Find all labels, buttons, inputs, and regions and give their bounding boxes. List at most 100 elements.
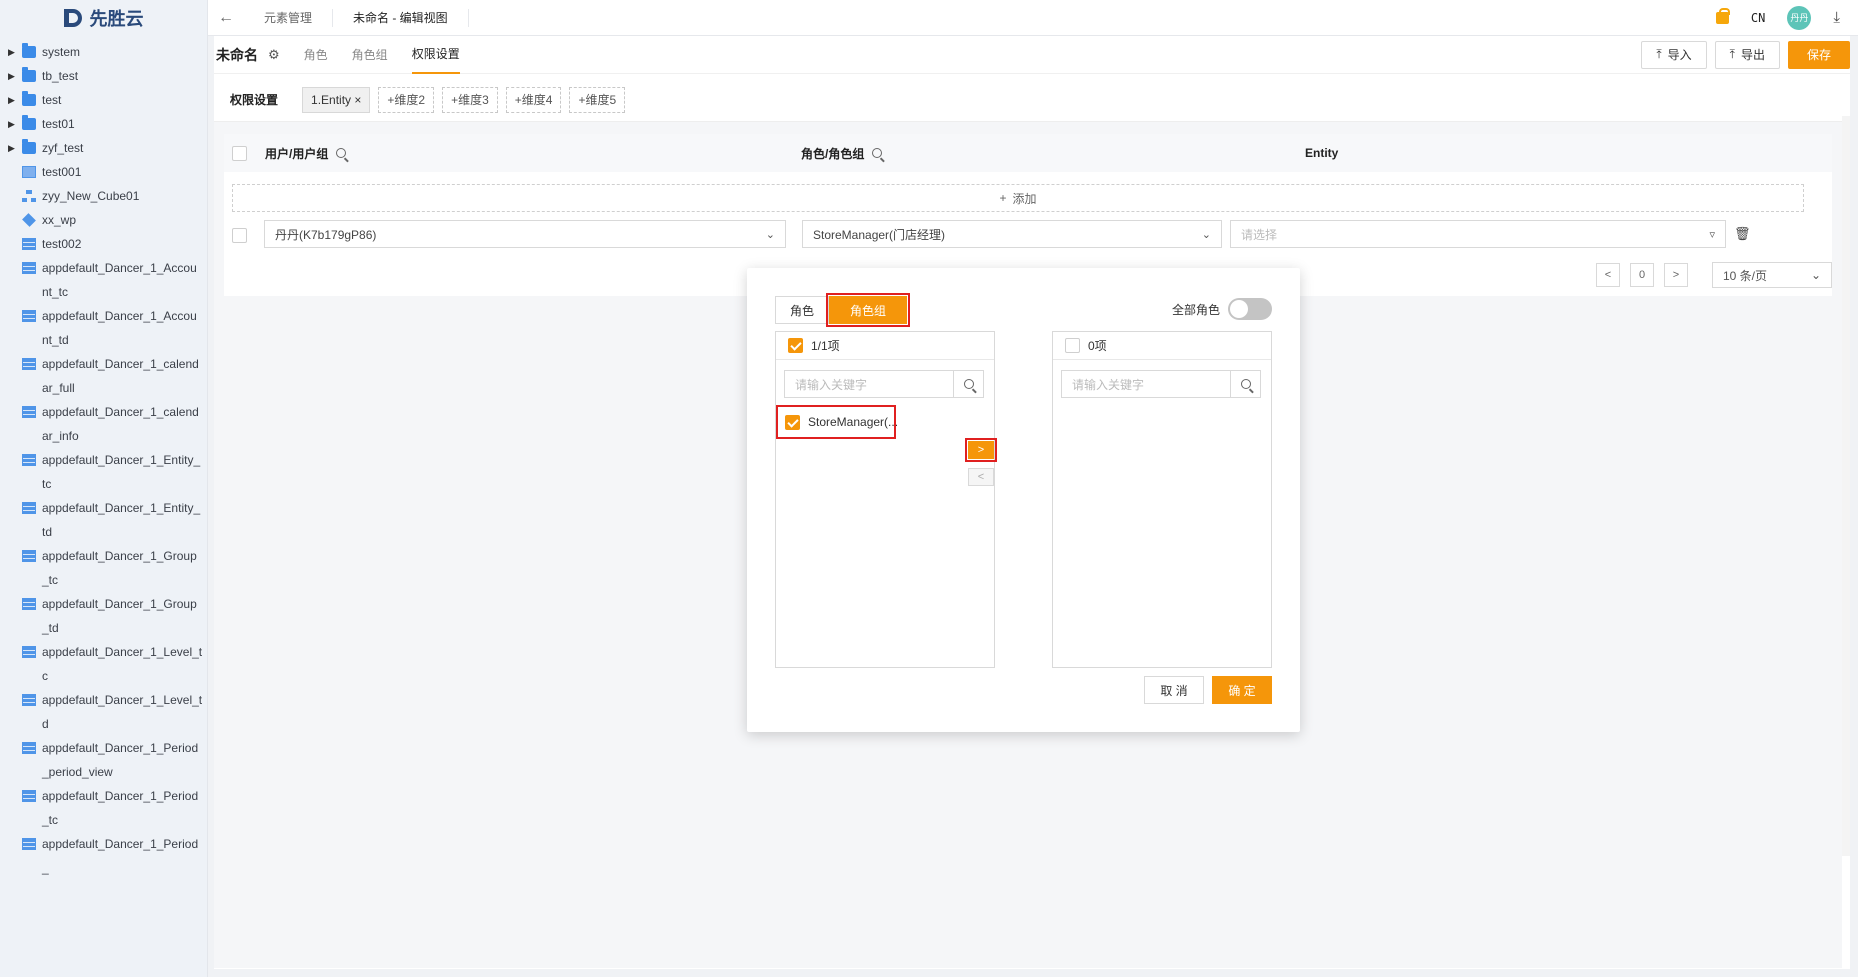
header-entity: Entity (1305, 146, 1339, 160)
sidebar-item[interactable]: appdefault_Dancer_1_Group_td (0, 592, 207, 640)
expand-arrow-icon[interactable]: ▶ (8, 40, 22, 64)
add-row-label: 添加 (1012, 191, 1037, 206)
row-checkbox[interactable] (232, 228, 247, 243)
sidebar-item[interactable]: appdefault_Dancer_1_Period_tc (0, 784, 207, 832)
search-icon[interactable] (872, 148, 883, 158)
sidebar-item[interactable]: appdefault_Dancer_1_Entity_tc (0, 448, 207, 496)
table-icon (22, 238, 36, 250)
sidebar-item[interactable]: ▶ zyf_test (0, 136, 207, 160)
expand-arrow-icon[interactable]: ▶ (8, 88, 22, 112)
add-dimension-2[interactable]: +维度2 (378, 86, 435, 113)
next-page-button[interactable]: > (1664, 263, 1688, 287)
bag-icon[interactable] (1715, 7, 1730, 24)
gear-icon[interactable]: ⚙ (268, 47, 280, 63)
confirm-button[interactable]: 确 定 (1212, 676, 1272, 704)
source-search-input[interactable]: 请输入关键字 (785, 376, 953, 393)
sidebar-item[interactable]: appdefault_Dancer_1_Period_period_view (0, 736, 207, 784)
sidebar-item[interactable]: appdefault_Dancer_1_Group_tc (0, 544, 207, 592)
tab-role-group[interactable]: 角色组 (352, 36, 388, 74)
search-icon[interactable] (336, 148, 347, 158)
sidebar-item[interactable]: appdefault_Dancer_1_Period_ (0, 832, 207, 880)
sidebar-item-label: system (42, 45, 81, 59)
download-icon[interactable]: ⤓ (1833, 9, 1840, 26)
item-checkbox[interactable] (785, 414, 800, 430)
logo: 先胜云 (0, 0, 207, 36)
table-icon (22, 454, 36, 466)
header-user: 用户/用户组 (265, 146, 329, 161)
sidebar-item-label: appdefault_Dancer_1_Period_period_view (42, 741, 199, 779)
breadcrumb-element-management[interactable]: 元素管理 (244, 8, 334, 27)
sidebar-item[interactable]: zyy_New_Cube01 (0, 184, 207, 208)
expand-arrow-icon[interactable]: ▶ (8, 112, 22, 136)
target-search-input[interactable]: 请输入关键字 (1062, 376, 1230, 393)
source-search: 请输入关键字 (784, 370, 984, 398)
list-item-label: StoreManager(... (808, 415, 899, 429)
cancel-button[interactable]: 取 消 (1144, 676, 1204, 704)
sidebar-item[interactable]: appdefault_Dancer_1_Level_tc (0, 640, 207, 688)
sidebar-item[interactable]: appdefault_Dancer_1_calendar_info (0, 400, 207, 448)
move-left-button[interactable]: < (968, 468, 994, 486)
page-size-select[interactable]: 10 条/页 ⌄ (1712, 262, 1832, 288)
filter-icon[interactable]: ▿ (1709, 228, 1715, 241)
scrollbar[interactable] (1842, 116, 1850, 856)
add-dimension-3[interactable]: +维度3 (442, 86, 498, 113)
sidebar-item-label: test (42, 93, 62, 107)
table-icon (22, 742, 36, 754)
add-dimension-4[interactable]: +维度4 (505, 86, 562, 113)
sidebar-item[interactable]: appdefault_Dancer_1_calendar_full (0, 352, 207, 400)
close-icon[interactable]: × (351, 93, 361, 107)
entity-select[interactable]: 请选择 ▿ (1230, 220, 1726, 248)
list-item[interactable]: StoreManager(... (776, 405, 898, 439)
tab-permission-settings[interactable]: 权限设置 (411, 36, 460, 74)
sidebar-item[interactable]: appdefault_Dancer_1_Entity_td (0, 496, 207, 544)
sidebar-item[interactable]: ▶ test (0, 88, 207, 112)
add-row-button[interactable]: + 添加 (232, 184, 1804, 212)
dimension-bar: 权限设置 1.Entity × +维度2 +维度3 +维度4 +维度5 (214, 78, 1842, 122)
cube-icon (22, 213, 36, 227)
export-button[interactable]: ⤒ 导出 (1714, 40, 1780, 69)
expand-arrow-icon[interactable]: ▶ (8, 136, 22, 160)
source-search-button[interactable] (953, 371, 983, 397)
delete-icon[interactable]: 🗑 (1734, 226, 1751, 242)
tab-role[interactable]: 角色 (304, 36, 328, 74)
sidebar-item-label: appdefault_Dancer_1_Level_tc (42, 645, 203, 683)
back-arrow-icon[interactable]: ← (208, 9, 244, 27)
sidebar-item[interactable]: test002 (0, 232, 207, 256)
all-roles-switch[interactable] (1228, 298, 1272, 320)
add-dimension-5[interactable]: +维度5 (569, 86, 626, 113)
sidebar-item[interactable]: ▶ system (0, 40, 207, 64)
folder-icon (22, 43, 36, 58)
sidebar-item[interactable]: appdefault_Dancer_1_Account_tc (0, 256, 207, 304)
table-header: 用户/用户组 角色/角色组 Entity (224, 134, 1832, 172)
file-icon (22, 166, 36, 178)
folder-icon (22, 139, 36, 154)
sidebar-item[interactable]: appdefault_Dancer_1_Level_td (0, 688, 207, 736)
prev-page-button[interactable]: < (1596, 263, 1620, 287)
sidebar-item-label: zyy_New_Cube01 (42, 189, 140, 203)
language-switch[interactable]: CN (1751, 11, 1765, 25)
sidebar-item-label: appdefault_Dancer_1_Period_ (42, 837, 199, 875)
expand-arrow-icon[interactable]: ▶ (8, 64, 22, 88)
dimension-chip-entity[interactable]: 1.Entity × (302, 86, 371, 113)
avatar[interactable]: 丹丹 (1787, 5, 1812, 30)
page-number[interactable]: 0 (1630, 263, 1654, 287)
table-icon (22, 550, 36, 562)
sidebar-item[interactable]: appdefault_Dancer_1_Account_td (0, 304, 207, 352)
sidebar-item[interactable]: test001 (0, 160, 207, 184)
sidebar-item[interactable]: ▶ tb_test (0, 64, 207, 88)
sidebar-item[interactable]: ▶ test01 (0, 112, 207, 136)
select-all-checkbox[interactable] (232, 145, 247, 161)
save-button[interactable]: 保存 (1787, 40, 1850, 69)
source-select-all-checkbox[interactable] (788, 338, 803, 353)
user-select[interactable]: 丹丹(K7b179gP86) ⌄ (264, 220, 786, 248)
move-right-button[interactable]: > (965, 438, 997, 462)
role-select[interactable]: StoreManager(门店经理) ⌄ (802, 220, 1222, 248)
segment-role[interactable]: 角色 (775, 296, 830, 324)
tree-icon (22, 190, 36, 202)
segment-role-group[interactable]: 角色组 (826, 293, 911, 327)
table-icon (22, 262, 36, 274)
sidebar-item[interactable]: xx_wp (0, 208, 207, 232)
import-button[interactable]: ⤒ 导入 (1641, 40, 1707, 69)
target-search-button[interactable] (1230, 371, 1260, 397)
target-select-all-checkbox[interactable] (1065, 338, 1080, 353)
